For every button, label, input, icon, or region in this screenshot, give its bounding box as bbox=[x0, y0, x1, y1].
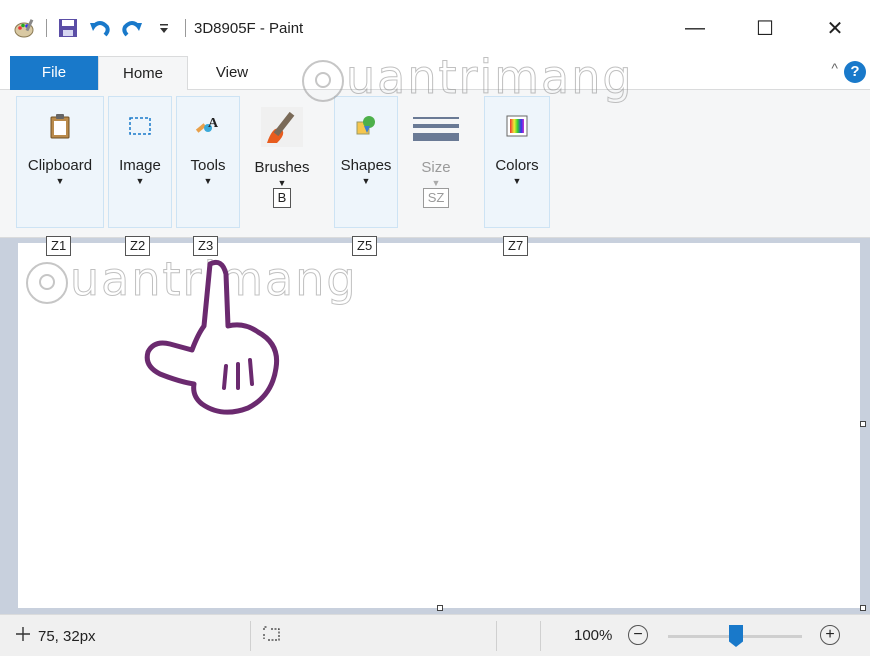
tab-home[interactable]: Home bbox=[98, 56, 188, 91]
cursor-position-text: 75, 32px bbox=[38, 627, 96, 645]
select-icon bbox=[125, 111, 155, 141]
collapse-ribbon-icon[interactable]: ^ bbox=[831, 60, 838, 76]
chevron-down-icon: ▼ bbox=[203, 176, 213, 186]
image-label: Image bbox=[119, 157, 161, 174]
brush-icon bbox=[257, 103, 307, 151]
zoom-level: 100% bbox=[574, 627, 613, 644]
ribbon-group-image[interactable]: Image ▼ bbox=[108, 96, 172, 228]
close-button[interactable]: ✕ bbox=[800, 0, 870, 56]
window-title: 3D8905F - Paint bbox=[194, 19, 304, 37]
colors-icon bbox=[502, 111, 532, 141]
ribbon-group-colors[interactable]: Colors ▼ bbox=[484, 96, 550, 228]
crosshair-icon bbox=[16, 627, 30, 645]
watermark-text-top: uantrimang bbox=[346, 50, 634, 105]
ribbon: Clipboard ▼ Image ▼ A Tools ▼ Brushes ▼ … bbox=[0, 90, 870, 238]
title-bar: 3D8905F - Paint — ☐ ✕ bbox=[0, 0, 870, 56]
status-divider bbox=[250, 621, 251, 651]
qat-separator bbox=[46, 19, 47, 37]
minimize-button[interactable]: — bbox=[660, 0, 730, 56]
clipboard-icon bbox=[45, 111, 75, 141]
tab-file[interactable]: File bbox=[10, 56, 98, 90]
shapes-label: Shapes bbox=[340, 157, 392, 174]
ribbon-group-brushes[interactable]: Brushes ▼ B bbox=[246, 96, 318, 228]
chevron-down-icon: ▼ bbox=[55, 176, 65, 186]
clipboard-label: Clipboard bbox=[27, 157, 93, 174]
keytip-colors: Z7 bbox=[503, 236, 529, 256]
status-bar: 75, 32px 100% − + bbox=[0, 614, 870, 656]
undo-icon[interactable] bbox=[89, 17, 111, 39]
zoom-out-button[interactable]: − bbox=[628, 625, 648, 645]
help-icon[interactable]: ? bbox=[844, 61, 866, 83]
status-divider-3 bbox=[540, 621, 541, 651]
chevron-down-icon: ▼ bbox=[361, 176, 371, 186]
paint-app-icon[interactable] bbox=[14, 17, 36, 39]
resize-handle-bottom[interactable] bbox=[437, 605, 443, 611]
keytip-size: SZ bbox=[422, 188, 450, 208]
resize-handle-corner[interactable] bbox=[860, 605, 866, 611]
ribbon-group-size[interactable]: Size ▼ SZ bbox=[404, 96, 468, 228]
pointing-hand-icon bbox=[140, 256, 290, 431]
colors-label: Colors bbox=[495, 157, 539, 174]
selection-size-icon bbox=[262, 626, 282, 646]
tools-label: Tools bbox=[190, 157, 226, 174]
quick-access-toolbar bbox=[0, 0, 186, 56]
svg-text:A: A bbox=[208, 116, 219, 131]
status-divider-2 bbox=[496, 621, 497, 651]
resize-handle-right[interactable] bbox=[860, 421, 866, 427]
qat-separator-2 bbox=[185, 19, 186, 37]
chevron-down-icon: ▼ bbox=[277, 178, 287, 188]
brushes-label: Brushes bbox=[254, 159, 310, 176]
size-label: Size bbox=[421, 159, 451, 176]
maximize-button[interactable]: ☐ bbox=[730, 0, 800, 56]
window-controls: — ☐ ✕ bbox=[660, 0, 870, 56]
zoom-slider-thumb[interactable] bbox=[729, 625, 743, 647]
cursor-position: 75, 32px bbox=[16, 627, 96, 645]
zoom-in-button[interactable]: + bbox=[820, 625, 840, 645]
tab-view[interactable]: View bbox=[194, 56, 270, 90]
shapes-icon bbox=[351, 111, 381, 141]
chevron-down-icon: ▼ bbox=[135, 176, 145, 186]
customize-qat-icon[interactable] bbox=[153, 17, 175, 39]
size-icon bbox=[411, 109, 461, 149]
ribbon-group-tools[interactable]: A Tools ▼ bbox=[176, 96, 240, 228]
keytip-brushes: B bbox=[272, 188, 292, 208]
save-icon[interactable] bbox=[57, 17, 79, 39]
chevron-down-icon: ▼ bbox=[512, 176, 522, 186]
watermark-logo-top: uantrimang bbox=[300, 50, 634, 105]
chevron-down-icon: ▼ bbox=[431, 178, 441, 188]
redo-icon[interactable] bbox=[121, 17, 143, 39]
tools-icon: A bbox=[193, 111, 223, 141]
ribbon-group-shapes[interactable]: Shapes ▼ bbox=[334, 96, 398, 228]
ribbon-group-clipboard[interactable]: Clipboard ▼ bbox=[16, 96, 104, 228]
